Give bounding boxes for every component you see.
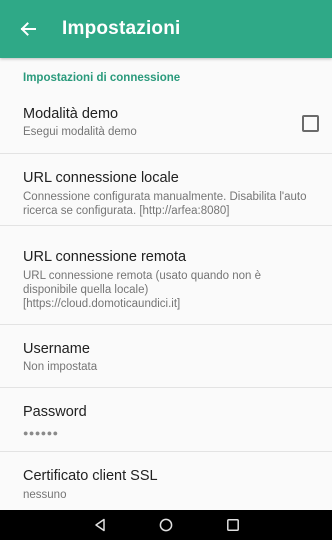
nav-recents-button[interactable] <box>203 510 263 540</box>
pref-summary: URL connessione remota (usato quando non… <box>23 270 262 310</box>
pref-title: Username <box>23 341 90 357</box>
circle-home-icon <box>159 518 173 532</box>
section-header: Impostazioni di connessione <box>23 72 181 84</box>
pref-remote-url[interactable]: URL connessione remota URL connessione r… <box>0 226 332 324</box>
pref-summary: Esegui modalità demo <box>23 126 137 138</box>
password-value: ●●●●●● <box>23 428 59 438</box>
page-title: Impostazioni <box>62 18 181 39</box>
pref-title: Modalità demo <box>23 106 119 122</box>
demo-mode-checkbox[interactable] <box>302 115 319 132</box>
settings-screen: Impostazioni Impostazioni di connessione… <box>0 0 332 540</box>
pref-ssl-certificate[interactable]: Certificato client SSL nessuno <box>0 452 332 510</box>
nav-back-button[interactable] <box>70 510 130 540</box>
arrow-back-icon <box>20 22 36 36</box>
pref-summary: nessuno <box>23 489 67 501</box>
pref-password[interactable]: Password ●●●●●● <box>0 388 332 451</box>
pref-demo-mode[interactable]: Modalità demo Esegui modalità demo <box>0 98 332 154</box>
pref-summary: Connessione configurata manualmente. Dis… <box>23 191 307 217</box>
pref-title: Password <box>23 404 87 420</box>
pref-username[interactable]: Username Non impostata <box>0 325 332 387</box>
pref-local-url[interactable]: URL connessione locale Connessione confi… <box>0 154 332 225</box>
triangle-back-icon <box>95 518 105 532</box>
pref-title: URL connessione locale <box>23 170 179 186</box>
pref-summary: Non impostata <box>23 361 98 373</box>
system-nav-bar <box>0 510 332 540</box>
app-bar: Impostazioni <box>0 0 332 58</box>
square-recents-icon <box>227 519 239 531</box>
back-button[interactable] <box>0 0 56 58</box>
pref-title: URL connessione remota <box>23 249 187 265</box>
pref-title: Certificato client SSL <box>23 468 158 484</box>
settings-list: Impostazioni di connessione Modalità dem… <box>0 58 332 510</box>
nav-home-button[interactable] <box>136 510 196 540</box>
